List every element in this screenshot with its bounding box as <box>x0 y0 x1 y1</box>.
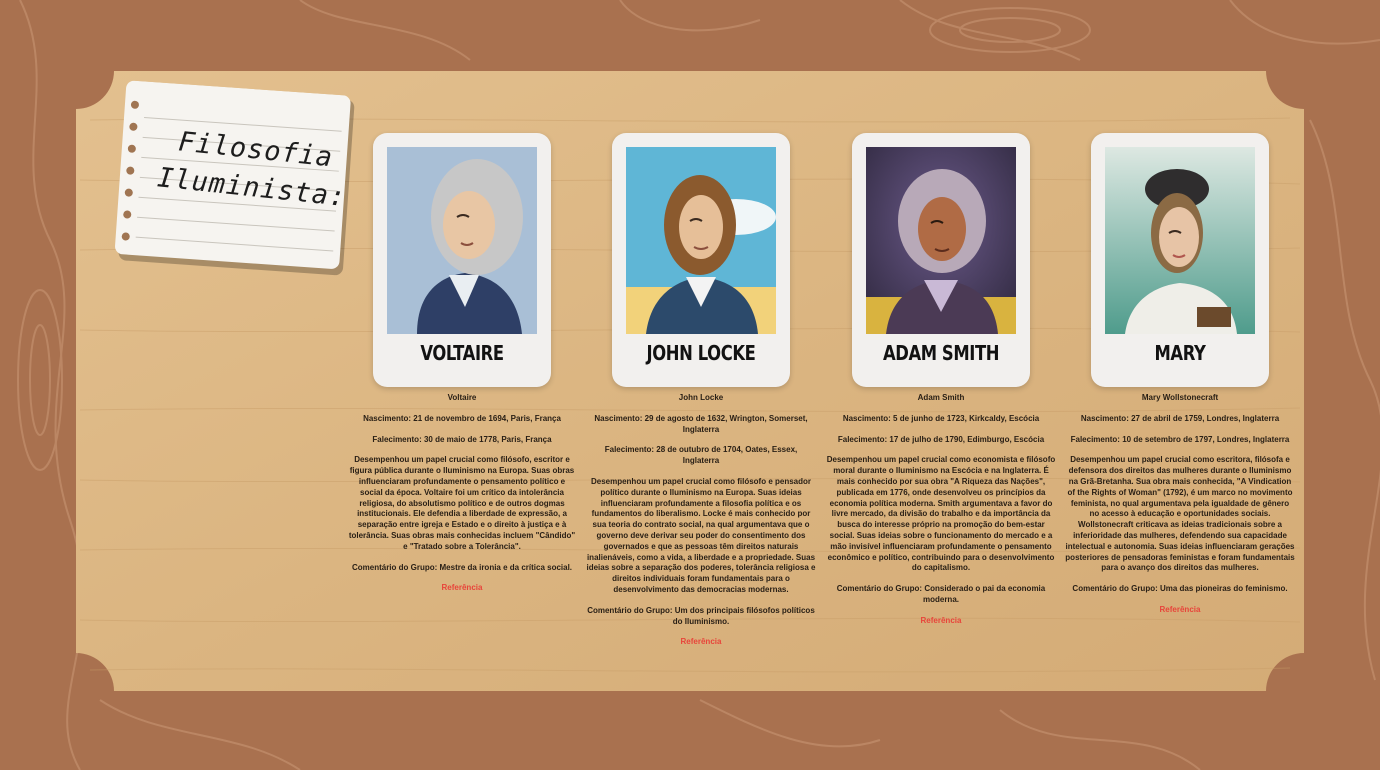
mary-portrait <box>1105 147 1255 334</box>
bio-text: Desempenhou um papel crucial como econom… <box>826 455 1056 573</box>
title-note: Filosofia Iluminista: <box>112 80 359 278</box>
voltaire-portrait <box>387 147 537 334</box>
card-name: JOHN LOCKE <box>646 341 756 365</box>
full-name: Adam Smith <box>917 393 965 402</box>
reference-link[interactable]: Referência <box>826 616 1056 627</box>
philosopher-info-voltaire: Voltaire Nascimento: 21 de novembro de 1… <box>347 393 577 604</box>
philosopher-card-mary: MARY <box>1091 133 1269 387</box>
philosopher-card-voltaire: VOLTAIRE <box>373 133 551 387</box>
bio-text: Desempenhou um papel crucial como escrit… <box>1065 455 1295 573</box>
group-comment: Comentário do Grupo: Uma das pioneiras d… <box>1072 584 1288 594</box>
full-name: Voltaire <box>447 393 477 402</box>
adam-smith-portrait <box>866 147 1016 334</box>
birth-info: Nascimento: 5 de junho de 1723, Kirkcald… <box>842 413 1040 423</box>
full-name: Mary Wollstonecraft <box>1141 393 1219 402</box>
reference-link[interactable]: Referência <box>1065 605 1295 616</box>
philosopher-info-john-locke: John Locke Nascimento: 29 de agosto de 1… <box>586 393 816 658</box>
philosopher-card-adam-smith: ADAM SMITH <box>852 133 1030 387</box>
death-info: Falecimento: 30 de maio de 1778, Paris, … <box>372 434 552 444</box>
bio-text: Desempenhou um papel crucial como filóso… <box>348 455 576 551</box>
death-info: Falecimento: 10 de setembro de 1797, Lon… <box>1070 434 1290 444</box>
birth-info: Nascimento: 29 de agosto de 1632, Wringt… <box>594 413 808 434</box>
john-locke-portrait <box>626 147 776 334</box>
reference-link[interactable]: Referência <box>347 583 577 594</box>
philosopher-card-john-locke: JOHN LOCKE <box>612 133 790 387</box>
death-info: Falecimento: 17 de julho de 1790, Edimbu… <box>837 434 1045 444</box>
bio-text: Desempenhou um papel crucial como filóso… <box>586 476 816 594</box>
philosopher-info-mary: Mary Wollstonecraft Nascimento: 27 de ab… <box>1065 393 1295 626</box>
card-name: VOLTAIRE <box>420 341 504 365</box>
card-name: ADAM SMITH <box>882 341 1000 365</box>
birth-info: Nascimento: 27 de abril de 1759, Londres… <box>1080 413 1280 423</box>
group-comment: Comentário do Grupo: Mestre da ironia e … <box>351 562 573 572</box>
philosopher-info-adam-smith: Adam Smith Nascimento: 5 de junho de 172… <box>826 393 1056 637</box>
group-comment: Comentário do Grupo: Considerado o pai d… <box>836 584 1046 604</box>
full-name: John Locke <box>678 393 724 402</box>
birth-info: Nascimento: 21 de novembro de 1694, Pari… <box>363 413 561 423</box>
card-name: MARY <box>1154 341 1206 365</box>
reference-link[interactable]: Referência <box>586 637 816 648</box>
death-info: Falecimento: 28 de outubro de 1704, Oate… <box>604 445 798 466</box>
group-comment: Comentário do Grupo: Um dos principais f… <box>587 605 815 626</box>
